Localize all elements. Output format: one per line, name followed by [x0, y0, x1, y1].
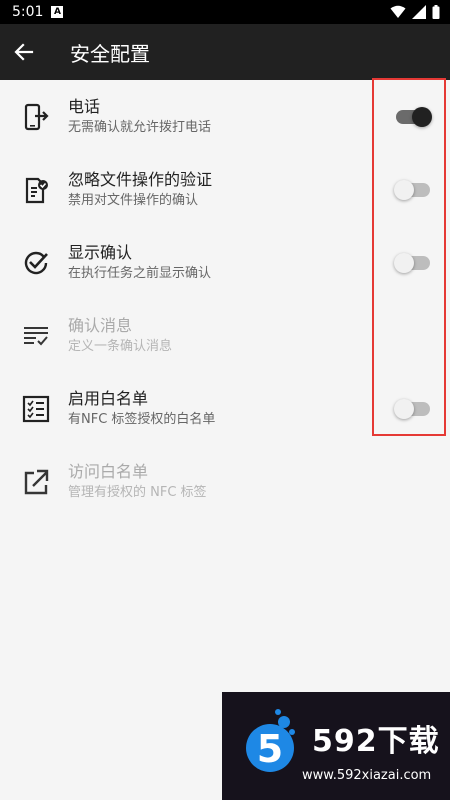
check-circle-icon	[22, 249, 50, 277]
signal-icon	[412, 5, 426, 19]
setting-title: 访问白名单	[68, 461, 149, 481]
open-external-icon	[22, 468, 50, 496]
watermark-badge: 5 592下载 www.592xiazai.com	[222, 692, 450, 800]
document-check-icon	[22, 176, 50, 204]
setting-title: 启用白名单	[68, 388, 149, 408]
arrow-back-icon	[14, 43, 34, 61]
setting-subtitle: 无需确认就允许拨打电话	[68, 119, 212, 135]
battery-icon	[432, 5, 440, 19]
highlight-annotation-box	[372, 78, 446, 436]
page-title: 安全配置	[70, 41, 150, 66]
app-bar: 安全配置	[0, 24, 450, 80]
setting-subtitle: 在执行任务之前显示确认	[68, 265, 212, 281]
watermark-logo: 5	[246, 709, 295, 772]
app-notification-icon: A	[51, 6, 64, 18]
back-button[interactable]	[0, 28, 48, 76]
setting-subtitle: 定义一条确认消息	[68, 338, 173, 354]
setting-row-access-whitelist[interactable]: 访问白名单 管理有授权的 NFC 标签	[0, 445, 450, 518]
watermark-brand: 592下载	[312, 724, 440, 759]
status-bar: 5:01 A	[0, 0, 450, 24]
setting-title: 确认消息	[68, 315, 133, 335]
setting-title: 显示确认	[68, 242, 133, 262]
setting-subtitle: 管理有授权的 NFC 标签	[68, 484, 207, 500]
checklist-icon	[22, 395, 50, 423]
setting-title: 忽略文件操作的验证	[68, 169, 213, 189]
watermark-url: www.592xiazai.com	[302, 768, 432, 783]
phone-forward-icon	[22, 103, 50, 131]
setting-title: 电话	[68, 96, 101, 116]
message-lines-icon	[22, 322, 50, 350]
status-time: 5:01	[12, 4, 44, 20]
setting-subtitle: 有NFC 标签授权的白名单	[68, 411, 216, 427]
watermark-logo-digit: 5	[257, 727, 283, 771]
setting-subtitle: 禁用对文件操作的确认	[68, 192, 199, 208]
wifi-icon	[390, 5, 406, 18]
app-notification-letter: A	[53, 7, 61, 17]
